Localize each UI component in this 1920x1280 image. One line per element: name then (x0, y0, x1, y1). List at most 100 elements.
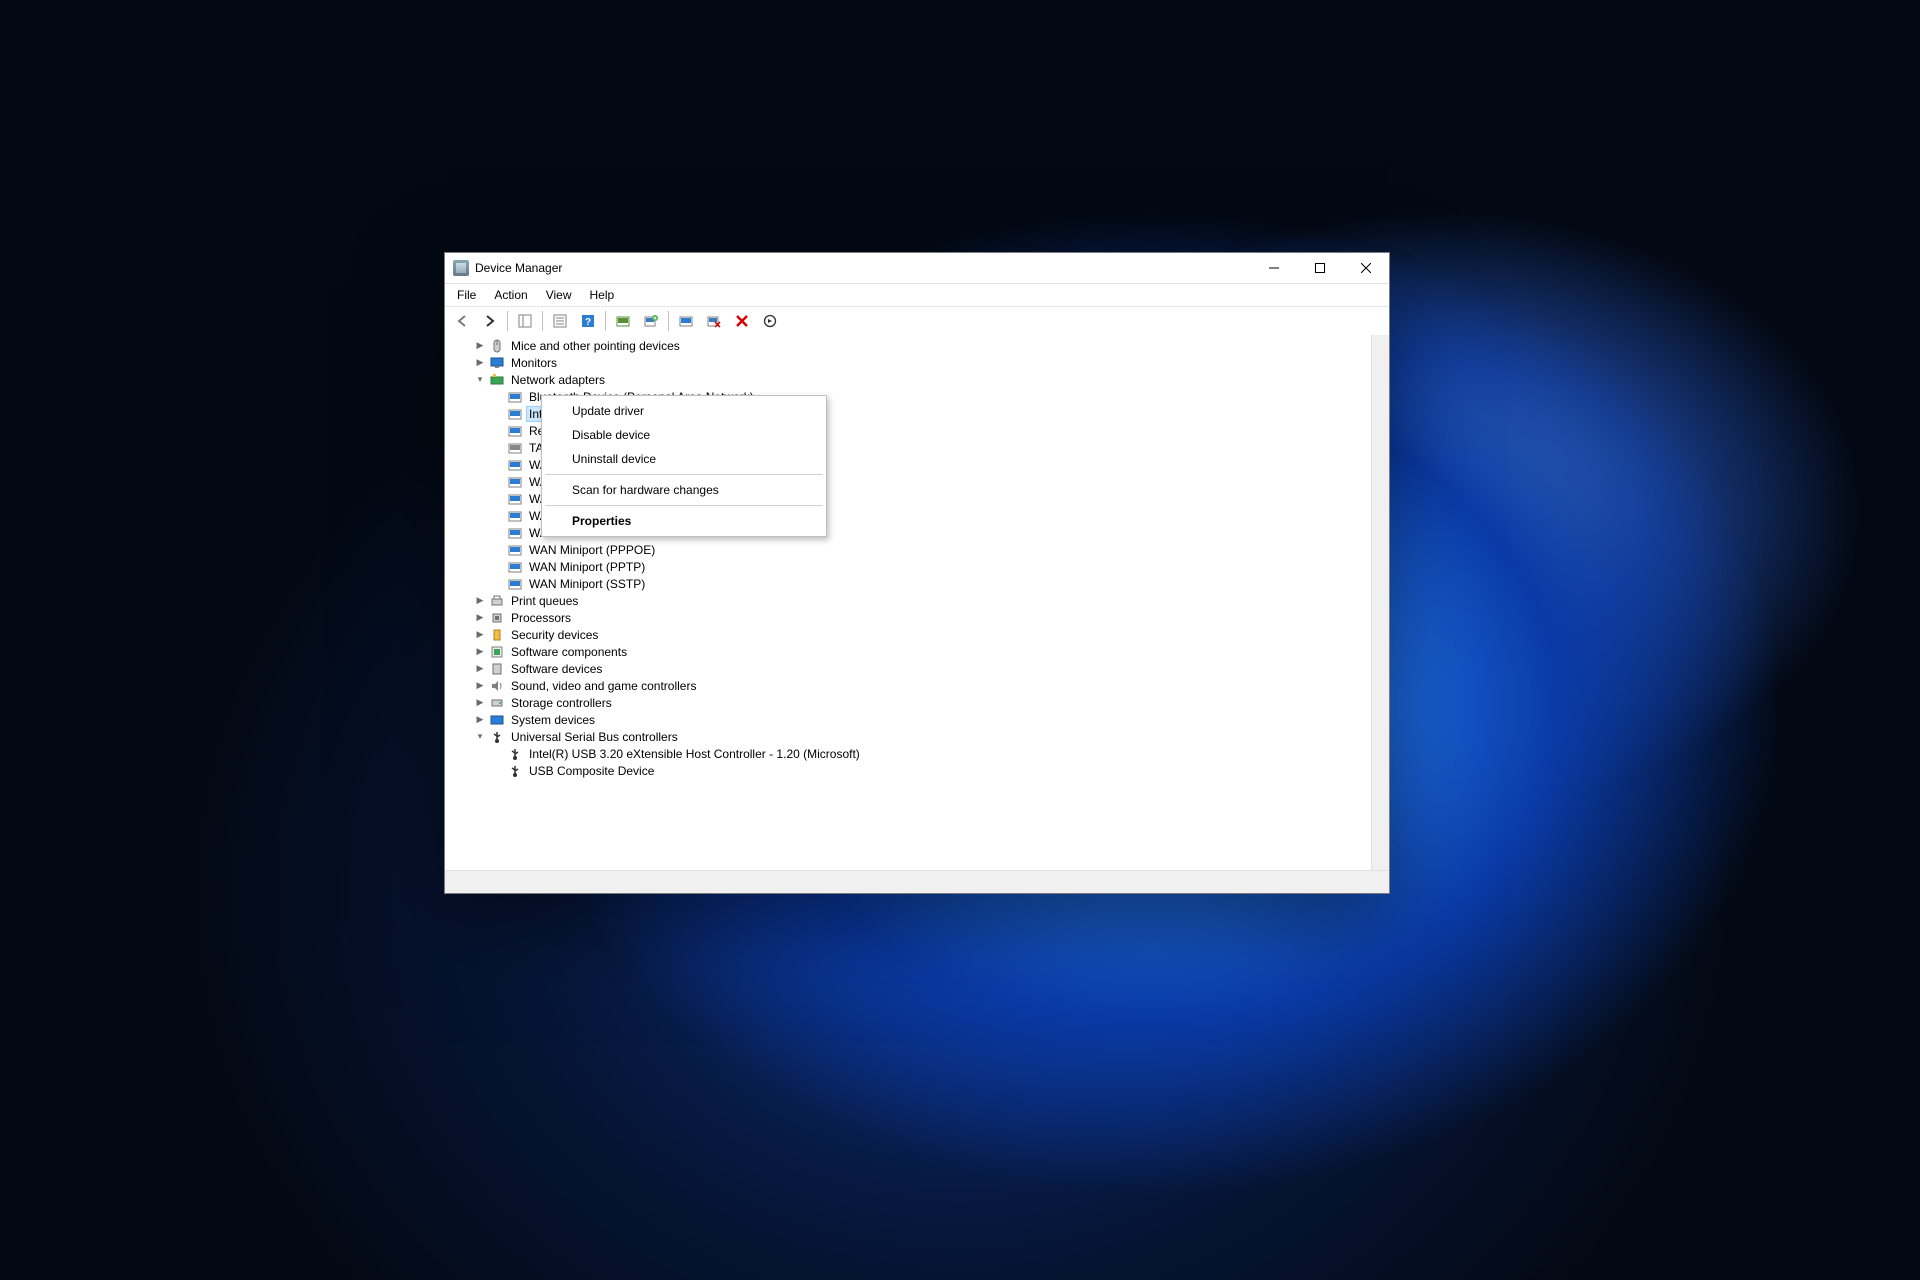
toolbar-enable[interactable] (757, 308, 783, 334)
tree-item-processors[interactable]: ▶Processors (451, 609, 1389, 626)
network-adapter-icon (507, 474, 523, 490)
network-adapter-icon (507, 491, 523, 507)
chevron-down-icon[interactable]: ▾ (473, 730, 487, 744)
audio-icon (489, 678, 505, 694)
toolbar-show-hide-tree[interactable] (512, 308, 538, 334)
chevron-right-icon[interactable]: ▶ (473, 679, 487, 693)
toolbar-disable[interactable] (701, 308, 727, 334)
toolbar-properties[interactable] (547, 308, 573, 334)
tree-item-print-queues[interactable]: ▶Print queues (451, 592, 1389, 609)
toolbar-help[interactable]: ? (575, 308, 601, 334)
desktop: Device Manager File Action View Help (0, 0, 1920, 1280)
ctx-properties[interactable]: Properties (544, 509, 824, 533)
close-button[interactable] (1343, 253, 1389, 283)
tree-item-network-adapters[interactable]: ▾Network adapters (451, 371, 1389, 388)
toolbar-scan-hardware[interactable] (610, 308, 636, 334)
network-adapter-icon (507, 542, 523, 558)
arrow-right-icon (483, 314, 497, 328)
statusbar (445, 870, 1389, 893)
chevron-right-icon[interactable]: ▶ (473, 356, 487, 370)
tree-item-wan-pptp[interactable]: WAN Miniport (PPTP) (451, 558, 1389, 575)
ctx-uninstall-device[interactable]: Uninstall device (544, 447, 824, 471)
chevron-right-icon[interactable]: ▶ (473, 594, 487, 608)
tree-pane-icon (518, 314, 532, 328)
tree-item-sound-video-game[interactable]: ▶Sound, video and game controllers (451, 677, 1389, 694)
ctx-separator (545, 505, 823, 506)
maximize-button[interactable] (1297, 253, 1343, 283)
system-device-icon (489, 712, 505, 728)
storage-icon (489, 695, 505, 711)
printer-icon (489, 593, 505, 609)
svg-text:?: ? (585, 317, 591, 328)
tree-item-system-devices[interactable]: ▶System devices (451, 711, 1389, 728)
toolbar-forward[interactable] (477, 308, 503, 334)
chevron-down-icon[interactable]: ▾ (473, 373, 487, 387)
tree-item-software-components[interactable]: ▶Software components (451, 643, 1389, 660)
minimize-icon (1269, 263, 1279, 273)
tree-item-monitors[interactable]: ▶Monitors (451, 354, 1389, 371)
tree-item-mice[interactable]: ▶Mice and other pointing devices (451, 337, 1389, 354)
scan-icon (616, 314, 630, 328)
tree-item-security-devices[interactable]: ▶Security devices (451, 626, 1389, 643)
network-adapter-icon (507, 440, 523, 456)
tree-item-wan-sstp[interactable]: WAN Miniport (SSTP) (451, 575, 1389, 592)
software-component-icon (489, 644, 505, 660)
tree-item-usb-xhci[interactable]: Intel(R) USB 3.20 eXtensible Host Contro… (451, 745, 1389, 762)
toolbar-update-driver[interactable] (673, 308, 699, 334)
chevron-right-icon[interactable]: ▶ (473, 696, 487, 710)
chevron-right-icon[interactable]: ▶ (473, 339, 487, 353)
toolbar-add-legacy[interactable] (638, 308, 664, 334)
menubar: File Action View Help (445, 284, 1389, 307)
chevron-right-icon[interactable]: ▶ (473, 611, 487, 625)
vertical-scrollbar[interactable] (1371, 335, 1389, 871)
network-adapter-icon (507, 457, 523, 473)
disable-icon (707, 314, 721, 328)
enable-icon (763, 314, 777, 328)
network-category-icon (489, 372, 505, 388)
ctx-separator (545, 474, 823, 475)
usb-icon (507, 746, 523, 762)
client-area: ▶Mice and other pointing devices ▶Monito… (445, 335, 1389, 871)
network-adapter-icon (507, 559, 523, 575)
network-adapter-icon (507, 406, 523, 422)
tree-item-storage-controllers[interactable]: ▶Storage controllers (451, 694, 1389, 711)
usb-icon (489, 729, 505, 745)
maximize-icon (1315, 263, 1325, 273)
close-icon (1361, 263, 1371, 273)
menu-action[interactable]: Action (486, 286, 535, 304)
help-icon: ? (581, 314, 595, 328)
titlebar[interactable]: Device Manager (445, 253, 1389, 284)
minimize-button[interactable] (1251, 253, 1297, 283)
add-hardware-icon (644, 314, 658, 328)
toolbar-back[interactable] (449, 308, 475, 334)
context-menu: Update driver Disable device Uninstall d… (541, 395, 827, 537)
tree-item-software-devices[interactable]: ▶Software devices (451, 660, 1389, 677)
arrow-left-icon (455, 314, 469, 328)
window-title: Device Manager (475, 261, 562, 275)
cpu-icon (489, 610, 505, 626)
toolbar: ? (445, 307, 1389, 336)
chevron-right-icon[interactable]: ▶ (473, 645, 487, 659)
network-adapter-icon (507, 389, 523, 405)
chevron-right-icon[interactable]: ▶ (473, 662, 487, 676)
tree-item-usb-controllers[interactable]: ▾Universal Serial Bus controllers (451, 728, 1389, 745)
ctx-disable-device[interactable]: Disable device (544, 423, 824, 447)
network-adapter-icon (507, 525, 523, 541)
ctx-update-driver[interactable]: Update driver (544, 399, 824, 423)
chevron-right-icon[interactable]: ▶ (473, 628, 487, 642)
menu-file[interactable]: File (449, 286, 484, 304)
menu-help[interactable]: Help (582, 286, 623, 304)
monitor-icon (489, 355, 505, 371)
chevron-right-icon[interactable]: ▶ (473, 713, 487, 727)
toolbar-uninstall[interactable] (729, 308, 755, 334)
tree-item-usb-composite[interactable]: USB Composite Device (451, 762, 1389, 779)
uninstall-icon (735, 314, 749, 328)
update-driver-icon (679, 314, 693, 328)
security-icon (489, 627, 505, 643)
menu-view[interactable]: View (538, 286, 580, 304)
tree-item-wan-pppoe[interactable]: WAN Miniport (PPPOE) (451, 541, 1389, 558)
software-device-icon (489, 661, 505, 677)
network-adapter-icon (507, 576, 523, 592)
ctx-scan-hardware[interactable]: Scan for hardware changes (544, 478, 824, 502)
usb-icon (507, 763, 523, 779)
